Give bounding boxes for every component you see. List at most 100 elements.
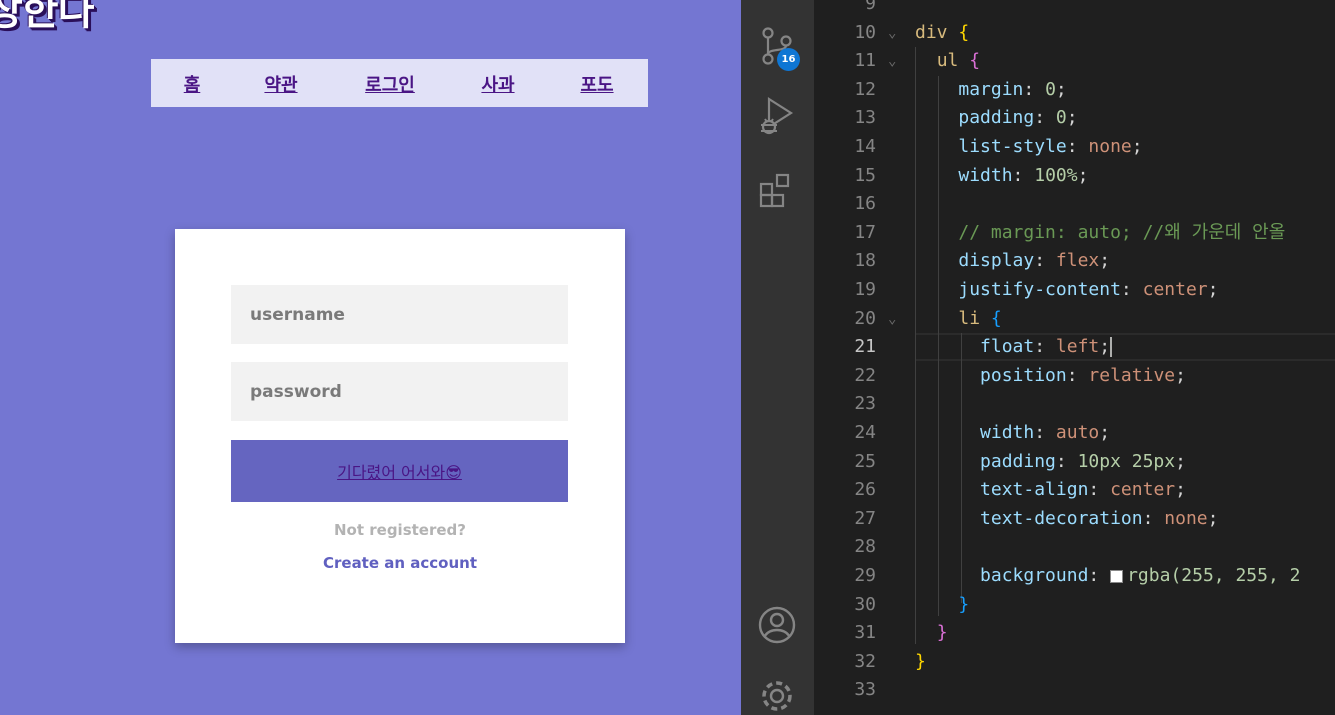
code-line[interactable]: 26 text-align: center;	[814, 476, 1335, 504]
activity-bar	[741, 0, 814, 715]
code-token: {	[990, 307, 1002, 329]
password-input[interactable]	[231, 362, 568, 421]
code-token: width	[958, 164, 1013, 186]
code-token: none	[1088, 136, 1132, 157]
line-number: 17	[854, 221, 876, 243]
code-token: {	[958, 21, 970, 43]
code-token: list-style	[958, 136, 1067, 157]
code-line[interactable]: 13 padding: 0;	[814, 104, 1335, 132]
code-token: }	[936, 622, 948, 644]
line-number: 26	[854, 479, 876, 501]
nav-link-apple[interactable]: 사과	[481, 71, 514, 97]
nav-bar: 홈 약관 로그인 사과 포도	[151, 59, 648, 107]
nav-link-grape[interactable]: 포도	[580, 71, 613, 97]
code-line[interactable]: 16	[814, 190, 1335, 218]
code-line[interactable]: 24 width: auto;	[814, 419, 1335, 447]
code-line[interactable]: 9	[814, 0, 1335, 18]
code-line[interactable]: 31 }	[814, 619, 1335, 647]
account-icon[interactable]	[755, 603, 799, 647]
code-token: ul	[936, 50, 959, 72]
code-editor[interactable]: 9 10 ⌄ div {11 ⌄ ul {12 margin: 0; 13 padding…	[814, 0, 1335, 715]
code-token: li	[958, 307, 981, 329]
code-token: margin	[958, 78, 1024, 100]
code-line[interactable]: 30 }	[814, 591, 1335, 619]
line-number: 15	[854, 164, 876, 186]
code-token: background	[980, 565, 1089, 586]
code-token: padding	[980, 450, 1056, 472]
line-number: 30	[854, 593, 876, 615]
line-number: 24	[854, 422, 876, 443]
code-token: float	[980, 336, 1035, 358]
code-token: justify-content	[958, 279, 1121, 300]
code-line[interactable]: 32}	[814, 648, 1335, 676]
fold-chevron-icon[interactable]: ⌄	[888, 19, 896, 47]
line-number: 19	[854, 279, 876, 300]
username-input[interactable]	[231, 285, 568, 344]
nav-link-login[interactable]: 로그인	[365, 71, 415, 97]
code-token: padding	[958, 107, 1035, 129]
code-line[interactable]: 18 display: flex;	[814, 247, 1335, 275]
code-token: width	[980, 422, 1035, 443]
web-preview: 장한다 홈 약관 로그인 사과 포도 기다렸어 어서와😎 Not registe…	[0, 0, 741, 715]
site-title: 장한다	[0, 0, 94, 34]
run-debug-icon[interactable]	[755, 94, 799, 138]
line-number: 16	[854, 193, 876, 215]
line-number: 22	[854, 364, 876, 386]
code-line[interactable]: 10 ⌄ div {	[814, 19, 1335, 47]
line-number: 14	[854, 136, 876, 157]
code-token: div	[915, 21, 948, 43]
code-token: }	[958, 593, 970, 615]
line-number: 25	[854, 450, 876, 472]
code-token: }	[915, 650, 926, 672]
code-line[interactable]: 29 background: rgba(255, 255, 2	[814, 562, 1335, 590]
not-registered-text: Not registered?	[334, 521, 466, 539]
line-number: 11	[854, 50, 876, 72]
code-token: 0	[1045, 78, 1056, 100]
login-submit-button[interactable]: 기다렸어 어서와😎	[231, 440, 568, 502]
code-token: text-align	[980, 479, 1089, 501]
code-token: position	[980, 364, 1067, 386]
code-token: auto	[1055, 422, 1100, 443]
line-number: 33	[854, 679, 876, 701]
line-number: 18	[854, 250, 876, 272]
line-number: 29	[854, 565, 876, 586]
code-line[interactable]: 19 justify-content: center;	[814, 276, 1335, 304]
code-token: // margin: auto; //왜 가운데 안올	[958, 221, 1286, 243]
code-line[interactable]: 25 padding: 10px 25px;	[814, 448, 1335, 476]
fold-chevron-icon[interactable]: ⌄	[888, 305, 896, 333]
code-line[interactable]: 11 ⌄ ul {	[814, 47, 1335, 75]
line-number: 23	[854, 393, 876, 415]
code-line[interactable]: 21 float: left;	[814, 333, 1335, 361]
code-line[interactable]: 20 ⌄ li {	[814, 305, 1335, 333]
code-token: flex	[1055, 250, 1100, 272]
code-token: center	[1110, 479, 1176, 501]
line-number: 21	[854, 336, 876, 358]
settings-gear-icon[interactable]	[755, 674, 799, 715]
nav-link-terms[interactable]: 약관	[264, 71, 297, 97]
code-token: text-decoration	[980, 507, 1143, 529]
fold-chevron-icon[interactable]: ⌄	[888, 47, 896, 75]
code-line[interactable]: 22 position: relative;	[814, 362, 1335, 390]
code-token: center	[1142, 279, 1208, 300]
code-token: none	[1164, 507, 1208, 529]
line-number: 28	[854, 536, 876, 558]
nav-link-home[interactable]: 홈	[184, 71, 201, 97]
code-line[interactable]: 27 text-decoration: none;	[814, 505, 1335, 533]
code-line[interactable]: 33	[814, 676, 1335, 704]
code-token: {	[969, 50, 981, 72]
create-account-link[interactable]: Create an account	[175, 554, 625, 572]
code-line[interactable]: 23	[814, 390, 1335, 418]
code-line[interactable]: 15 width: 100%;	[814, 162, 1335, 190]
extensions-icon[interactable]	[755, 168, 799, 212]
line-number: 9	[865, 0, 876, 14]
line-number: 32	[854, 650, 876, 672]
code-token: relative	[1088, 364, 1176, 386]
code-line[interactable]: 12 margin: 0;	[814, 76, 1335, 104]
line-number: 27	[854, 507, 876, 529]
login-card: 기다렸어 어서와😎 Not registered? Create an acco…	[175, 229, 625, 643]
line-number: 12	[854, 78, 876, 100]
code-line[interactable]: 17 // margin: auto; //왜 가운데 안올	[814, 219, 1335, 247]
code-token: 10px 25px	[1077, 450, 1176, 472]
code-line[interactable]: 14 list-style: none;	[814, 133, 1335, 161]
code-line[interactable]: 28	[814, 533, 1335, 561]
